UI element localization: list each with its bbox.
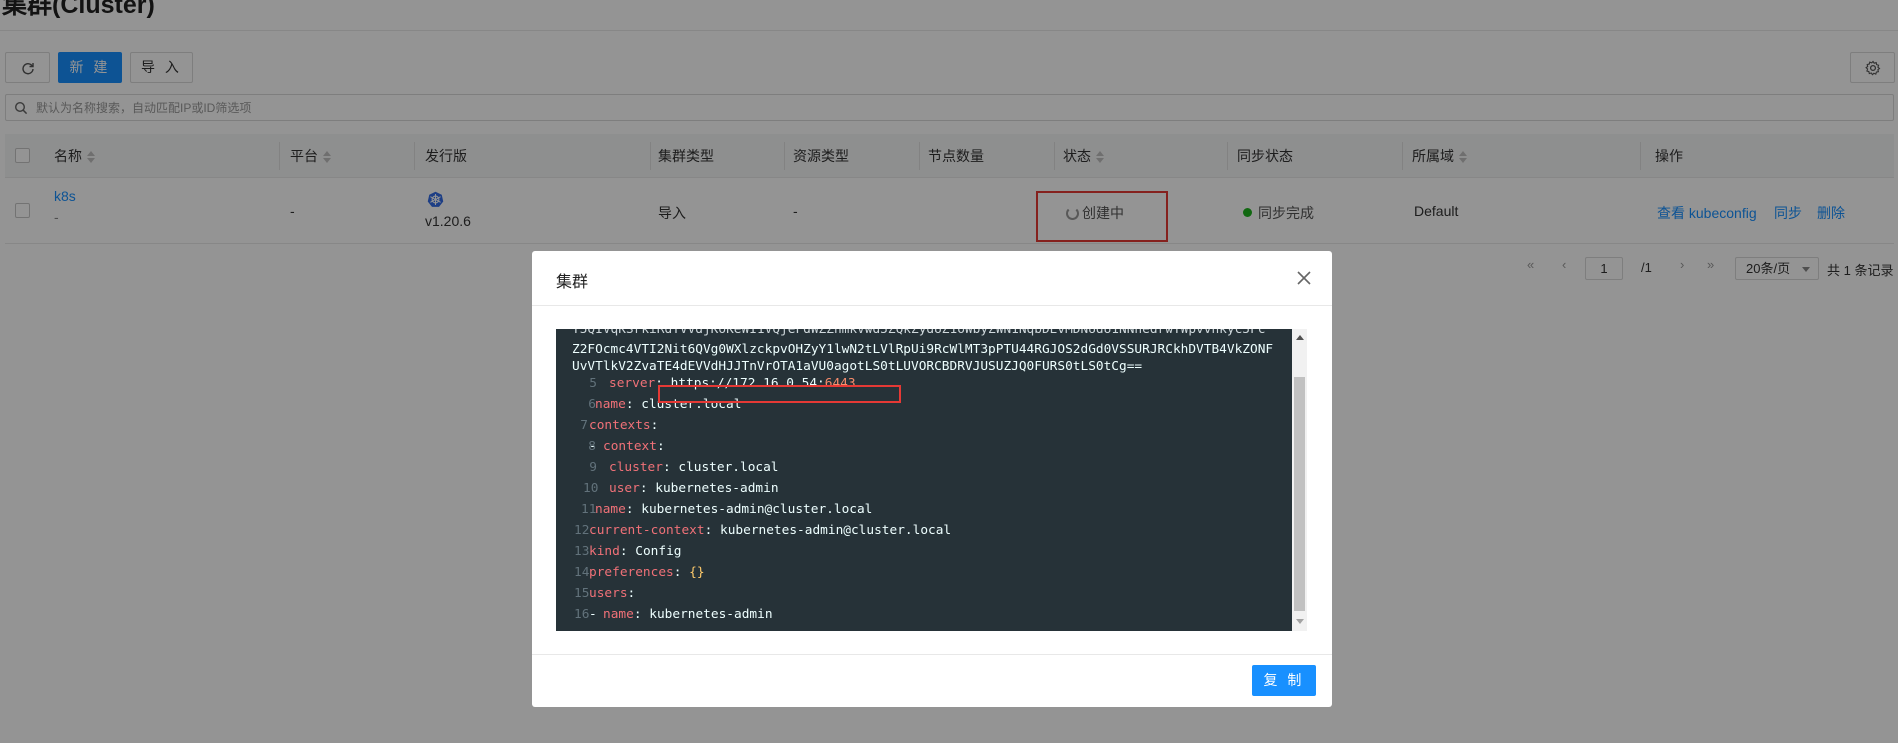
scrollbar-thumb[interactable] — [1294, 377, 1305, 611]
kubeconfig-code-block[interactable]: T5QIVqKSrkiRdTVVdjKoKeWI1VQjeFdWZZhmkVwd… — [556, 329, 1307, 631]
modal-title: 集群 — [556, 274, 589, 291]
scroll-up-icon[interactable] — [1296, 335, 1304, 340]
code-scrollbar[interactable] — [1292, 329, 1307, 631]
kubeconfig-modal: 集群 T5QIVqKSrkiRdTVVdjKoKeWI1VQjeFdWZZhmk… — [532, 251, 1332, 707]
modal-header: 集群 — [532, 251, 1332, 306]
cluster-list-page: 集群(Cluster) 新 建 导 入 名称 平台 发行版 集群类型 — [0, 0, 1898, 743]
copy-button[interactable]: 复 制 — [1252, 665, 1316, 696]
server-url-highlight-box — [658, 385, 901, 403]
scroll-down-icon[interactable] — [1296, 619, 1304, 624]
close-icon[interactable] — [1294, 268, 1314, 288]
modal-footer-divider — [532, 654, 1332, 655]
